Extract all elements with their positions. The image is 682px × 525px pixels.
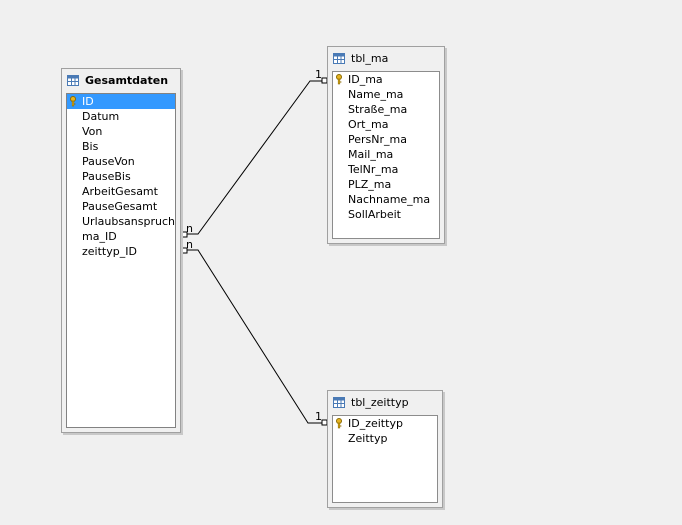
table-icon bbox=[333, 396, 345, 408]
primary-key-icon bbox=[70, 96, 76, 107]
field-name: ma_ID bbox=[82, 230, 117, 243]
field-name: ID_zeittyp bbox=[348, 417, 403, 430]
field-row[interactable]: Ort_ma bbox=[333, 117, 439, 132]
field-row[interactable]: zeittyp_ID bbox=[67, 244, 175, 259]
field-name: Straße_ma bbox=[348, 103, 408, 116]
field-row[interactable]: Urlaubsanspruch bbox=[67, 214, 175, 229]
field-name: PauseGesamt bbox=[82, 200, 158, 213]
field-name: SollArbeit bbox=[348, 208, 401, 221]
field-name: ID_ma bbox=[348, 73, 383, 86]
field-name: Bis bbox=[82, 140, 99, 153]
field-name: PauseVon bbox=[82, 155, 135, 168]
field-name: ArbeitGesamt bbox=[82, 185, 158, 198]
field-name: PauseBis bbox=[82, 170, 131, 183]
field-name: ID bbox=[82, 95, 94, 108]
table-header[interactable]: Gesamtdaten bbox=[62, 69, 180, 91]
field-list[interactable]: ID_ma Name_ma Straße_ma Ort_ma PersNr_ma… bbox=[332, 71, 440, 239]
field-row[interactable]: Von bbox=[67, 124, 175, 139]
field-row[interactable]: PersNr_ma bbox=[333, 132, 439, 147]
field-name: PLZ_ma bbox=[348, 178, 392, 191]
field-name: Von bbox=[82, 125, 103, 138]
field-row[interactable]: Mail_ma bbox=[333, 147, 439, 162]
field-name: Mail_ma bbox=[348, 148, 394, 161]
table-header[interactable]: tbl_zeittyp bbox=[328, 391, 442, 413]
field-list[interactable]: ID_zeittyp Zeittyp bbox=[332, 415, 438, 503]
field-row[interactable]: Bis bbox=[67, 139, 175, 154]
field-row[interactable]: ID_zeittyp bbox=[333, 416, 437, 431]
field-name: TelNr_ma bbox=[348, 163, 399, 176]
field-row[interactable]: SollArbeit bbox=[333, 207, 439, 222]
field-row[interactable]: ID_ma bbox=[333, 72, 439, 87]
field-row[interactable]: Zeittyp bbox=[333, 431, 437, 446]
field-row[interactable]: TelNr_ma bbox=[333, 162, 439, 177]
cardinality-n-zeittyp: n bbox=[186, 238, 193, 251]
field-name: zeittyp_ID bbox=[82, 245, 137, 258]
field-list[interactable]: ID Datum Von Bis PauseVon PauseBis Arbei… bbox=[66, 93, 176, 428]
cardinality-1-ma: 1 bbox=[315, 68, 322, 81]
field-name: Datum bbox=[82, 110, 120, 123]
table-tbl-ma[interactable]: tbl_ma ID_ma Name_ma Straße_ma Ort_ma Pe… bbox=[327, 46, 445, 244]
field-name: Name_ma bbox=[348, 88, 404, 101]
table-gesamtdaten[interactable]: Gesamtdaten ID Datum Von Bis PauseVon Pa… bbox=[61, 68, 181, 433]
relation-zeittyp[interactable] bbox=[181, 247, 328, 426]
table-title: tbl_zeittyp bbox=[351, 395, 409, 409]
table-title: tbl_ma bbox=[351, 51, 389, 65]
table-tbl-zeittyp[interactable]: tbl_zeittyp ID_zeittyp Zeittyp bbox=[327, 390, 443, 508]
field-row[interactable]: ArbeitGesamt bbox=[67, 184, 175, 199]
relation-ma[interactable] bbox=[181, 77, 328, 238]
table-title: Gesamtdaten bbox=[85, 73, 169, 87]
cardinality-n-ma: n bbox=[186, 222, 193, 235]
cardinality-1-zeittyp: 1 bbox=[315, 410, 322, 423]
table-header[interactable]: tbl_ma bbox=[328, 47, 444, 69]
field-name: Zeittyp bbox=[348, 432, 388, 445]
field-name: Nachname_ma bbox=[348, 193, 431, 206]
field-row[interactable]: Datum bbox=[67, 109, 175, 124]
table-icon bbox=[67, 74, 79, 86]
primary-key-icon bbox=[336, 74, 342, 85]
field-row[interactable]: PauseBis bbox=[67, 169, 175, 184]
field-name: PersNr_ma bbox=[348, 133, 407, 146]
field-row[interactable]: ma_ID bbox=[67, 229, 175, 244]
field-row[interactable]: PauseVon bbox=[67, 154, 175, 169]
field-row[interactable]: PLZ_ma bbox=[333, 177, 439, 192]
table-icon bbox=[333, 52, 345, 64]
field-row[interactable]: ID bbox=[67, 94, 175, 109]
primary-key-icon bbox=[336, 418, 342, 429]
field-row[interactable]: Straße_ma bbox=[333, 102, 439, 117]
field-row[interactable]: Nachname_ma bbox=[333, 192, 439, 207]
field-row[interactable]: PauseGesamt bbox=[67, 199, 175, 214]
field-name: Urlaubsanspruch bbox=[82, 215, 175, 228]
field-row[interactable]: Name_ma bbox=[333, 87, 439, 102]
field-name: Ort_ma bbox=[348, 118, 389, 131]
